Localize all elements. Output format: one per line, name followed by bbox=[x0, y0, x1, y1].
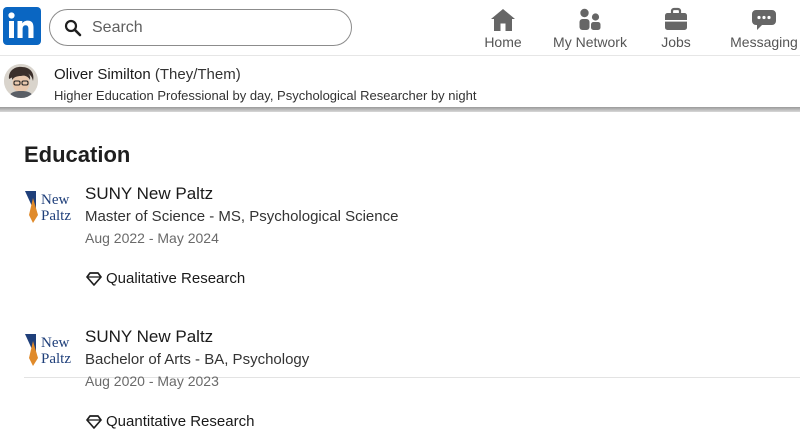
search-icon bbox=[64, 19, 82, 37]
nav-messaging-label: Messaging bbox=[730, 34, 798, 50]
skill[interactable]: Quantitative Research bbox=[106, 413, 254, 430]
diamond-icon bbox=[86, 415, 102, 429]
dates: Aug 2022 - May 2024 bbox=[85, 230, 219, 246]
profile-name-line: Oliver Similton (They/Them) bbox=[54, 66, 241, 83]
school-logo-word-1: New bbox=[41, 335, 69, 351]
network-icon bbox=[576, 7, 604, 33]
degree: Master of Science - MS, Psychological Sc… bbox=[85, 208, 399, 225]
school-logo[interactable]: New Paltz bbox=[24, 332, 78, 368]
nav-jobs-label: Jobs bbox=[661, 34, 691, 50]
avatar[interactable] bbox=[4, 64, 38, 98]
top-navigation-bar: Home My Network Jobs bbox=[0, 0, 800, 56]
diamond-icon bbox=[86, 272, 102, 286]
school-logo-word-1: New bbox=[41, 192, 69, 208]
profile-headline: Higher Education Professional by day, Ps… bbox=[54, 88, 477, 103]
profile-name: Oliver Similton bbox=[54, 66, 151, 83]
skill[interactable]: Qualitative Research bbox=[106, 270, 245, 287]
search-bar[interactable] bbox=[49, 9, 352, 46]
nav-home-label: Home bbox=[484, 34, 522, 50]
nav-jobs[interactable]: Jobs bbox=[650, 0, 702, 56]
school-logo[interactable]: New Paltz bbox=[24, 189, 78, 225]
school-logo-word-2: Paltz bbox=[41, 208, 71, 224]
school-logo-word-2: Paltz bbox=[41, 351, 71, 367]
nav-my-network-label: My Network bbox=[553, 34, 627, 50]
degree: Bachelor of Arts - BA, Psychology bbox=[85, 351, 310, 368]
home-icon bbox=[489, 7, 517, 33]
education-section: Education New Paltz SUNY New Paltz Maste… bbox=[0, 112, 800, 444]
nav-messaging[interactable]: Messaging bbox=[728, 0, 800, 56]
briefcase-icon bbox=[662, 7, 690, 33]
section-title: Education bbox=[24, 142, 131, 167]
linkedin-logo-icon[interactable] bbox=[3, 7, 41, 45]
profile-pronouns: (They/Them) bbox=[154, 66, 241, 83]
dates: Aug 2020 - May 2023 bbox=[85, 373, 219, 389]
messaging-icon bbox=[750, 7, 778, 33]
school-name[interactable]: SUNY New Paltz bbox=[85, 184, 213, 204]
school-name[interactable]: SUNY New Paltz bbox=[85, 327, 213, 347]
profile-header: Oliver Similton (They/Them) Higher Educa… bbox=[0, 57, 800, 107]
nav-home[interactable]: Home bbox=[474, 0, 532, 56]
search-input[interactable] bbox=[92, 16, 332, 40]
nav-my-network[interactable]: My Network bbox=[550, 0, 630, 56]
